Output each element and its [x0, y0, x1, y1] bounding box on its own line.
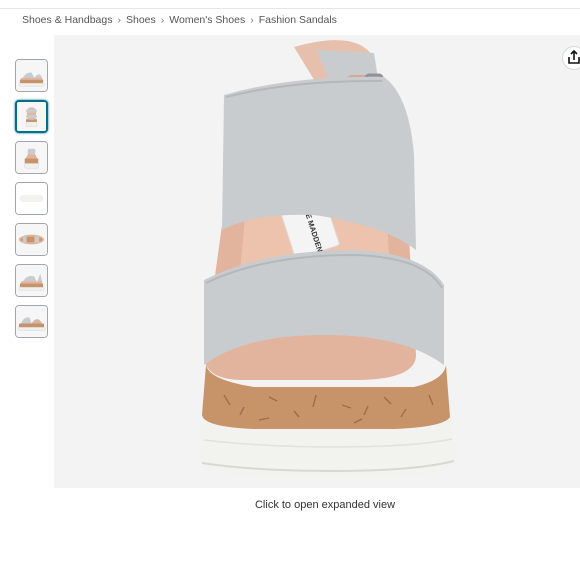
sandal-thumbnail-image [16, 224, 47, 255]
breadcrumb: Shoes & Handbags › Shoes › Women's Shoes › Fas… [22, 14, 337, 26]
sandal-thumbnail-image [16, 142, 47, 173]
breadcrumb-shoes[interactable]: Shoes [126, 14, 156, 26]
top-divider [0, 8, 580, 9]
breadcrumb-separator: › [117, 14, 121, 26]
breadcrumb-shoes-handbags[interactable]: Shoes & Handbags [22, 14, 112, 26]
sandal-thumbnail-image [16, 265, 47, 296]
thumbnail-sole[interactable] [15, 223, 48, 256]
breadcrumb-separator: › [160, 14, 165, 26]
thumbnail-front[interactable] [15, 100, 48, 133]
breadcrumb-fashion-sandals[interactable]: Fashion Sandals [259, 14, 337, 26]
share-icon [568, 49, 580, 64]
sandal-thumbnail-image [16, 60, 47, 91]
sandal-thumbnail-image [16, 183, 47, 214]
expanded-view-caption[interactable]: Click to open expanded view [0, 499, 580, 511]
thumbnail-top[interactable] [15, 182, 48, 215]
share-button[interactable] [562, 46, 580, 70]
thumbnail-list [15, 59, 49, 346]
thumbnail-side[interactable] [15, 59, 48, 92]
main-product-image[interactable]: STEVE MADDEN [54, 35, 580, 488]
sandal-front-view-image: STEVE MADDEN [54, 35, 580, 488]
thumbnail-side-alt[interactable] [15, 264, 48, 297]
sandal-thumbnail-image [16, 306, 47, 337]
thumbnail-pair[interactable] [15, 305, 48, 338]
breadcrumb-separator: › [250, 14, 254, 26]
thumbnail-back[interactable] [15, 141, 48, 174]
breadcrumb-womens-shoes[interactable]: Women's Shoes [169, 14, 245, 26]
sandal-thumbnail-image [17, 102, 46, 131]
